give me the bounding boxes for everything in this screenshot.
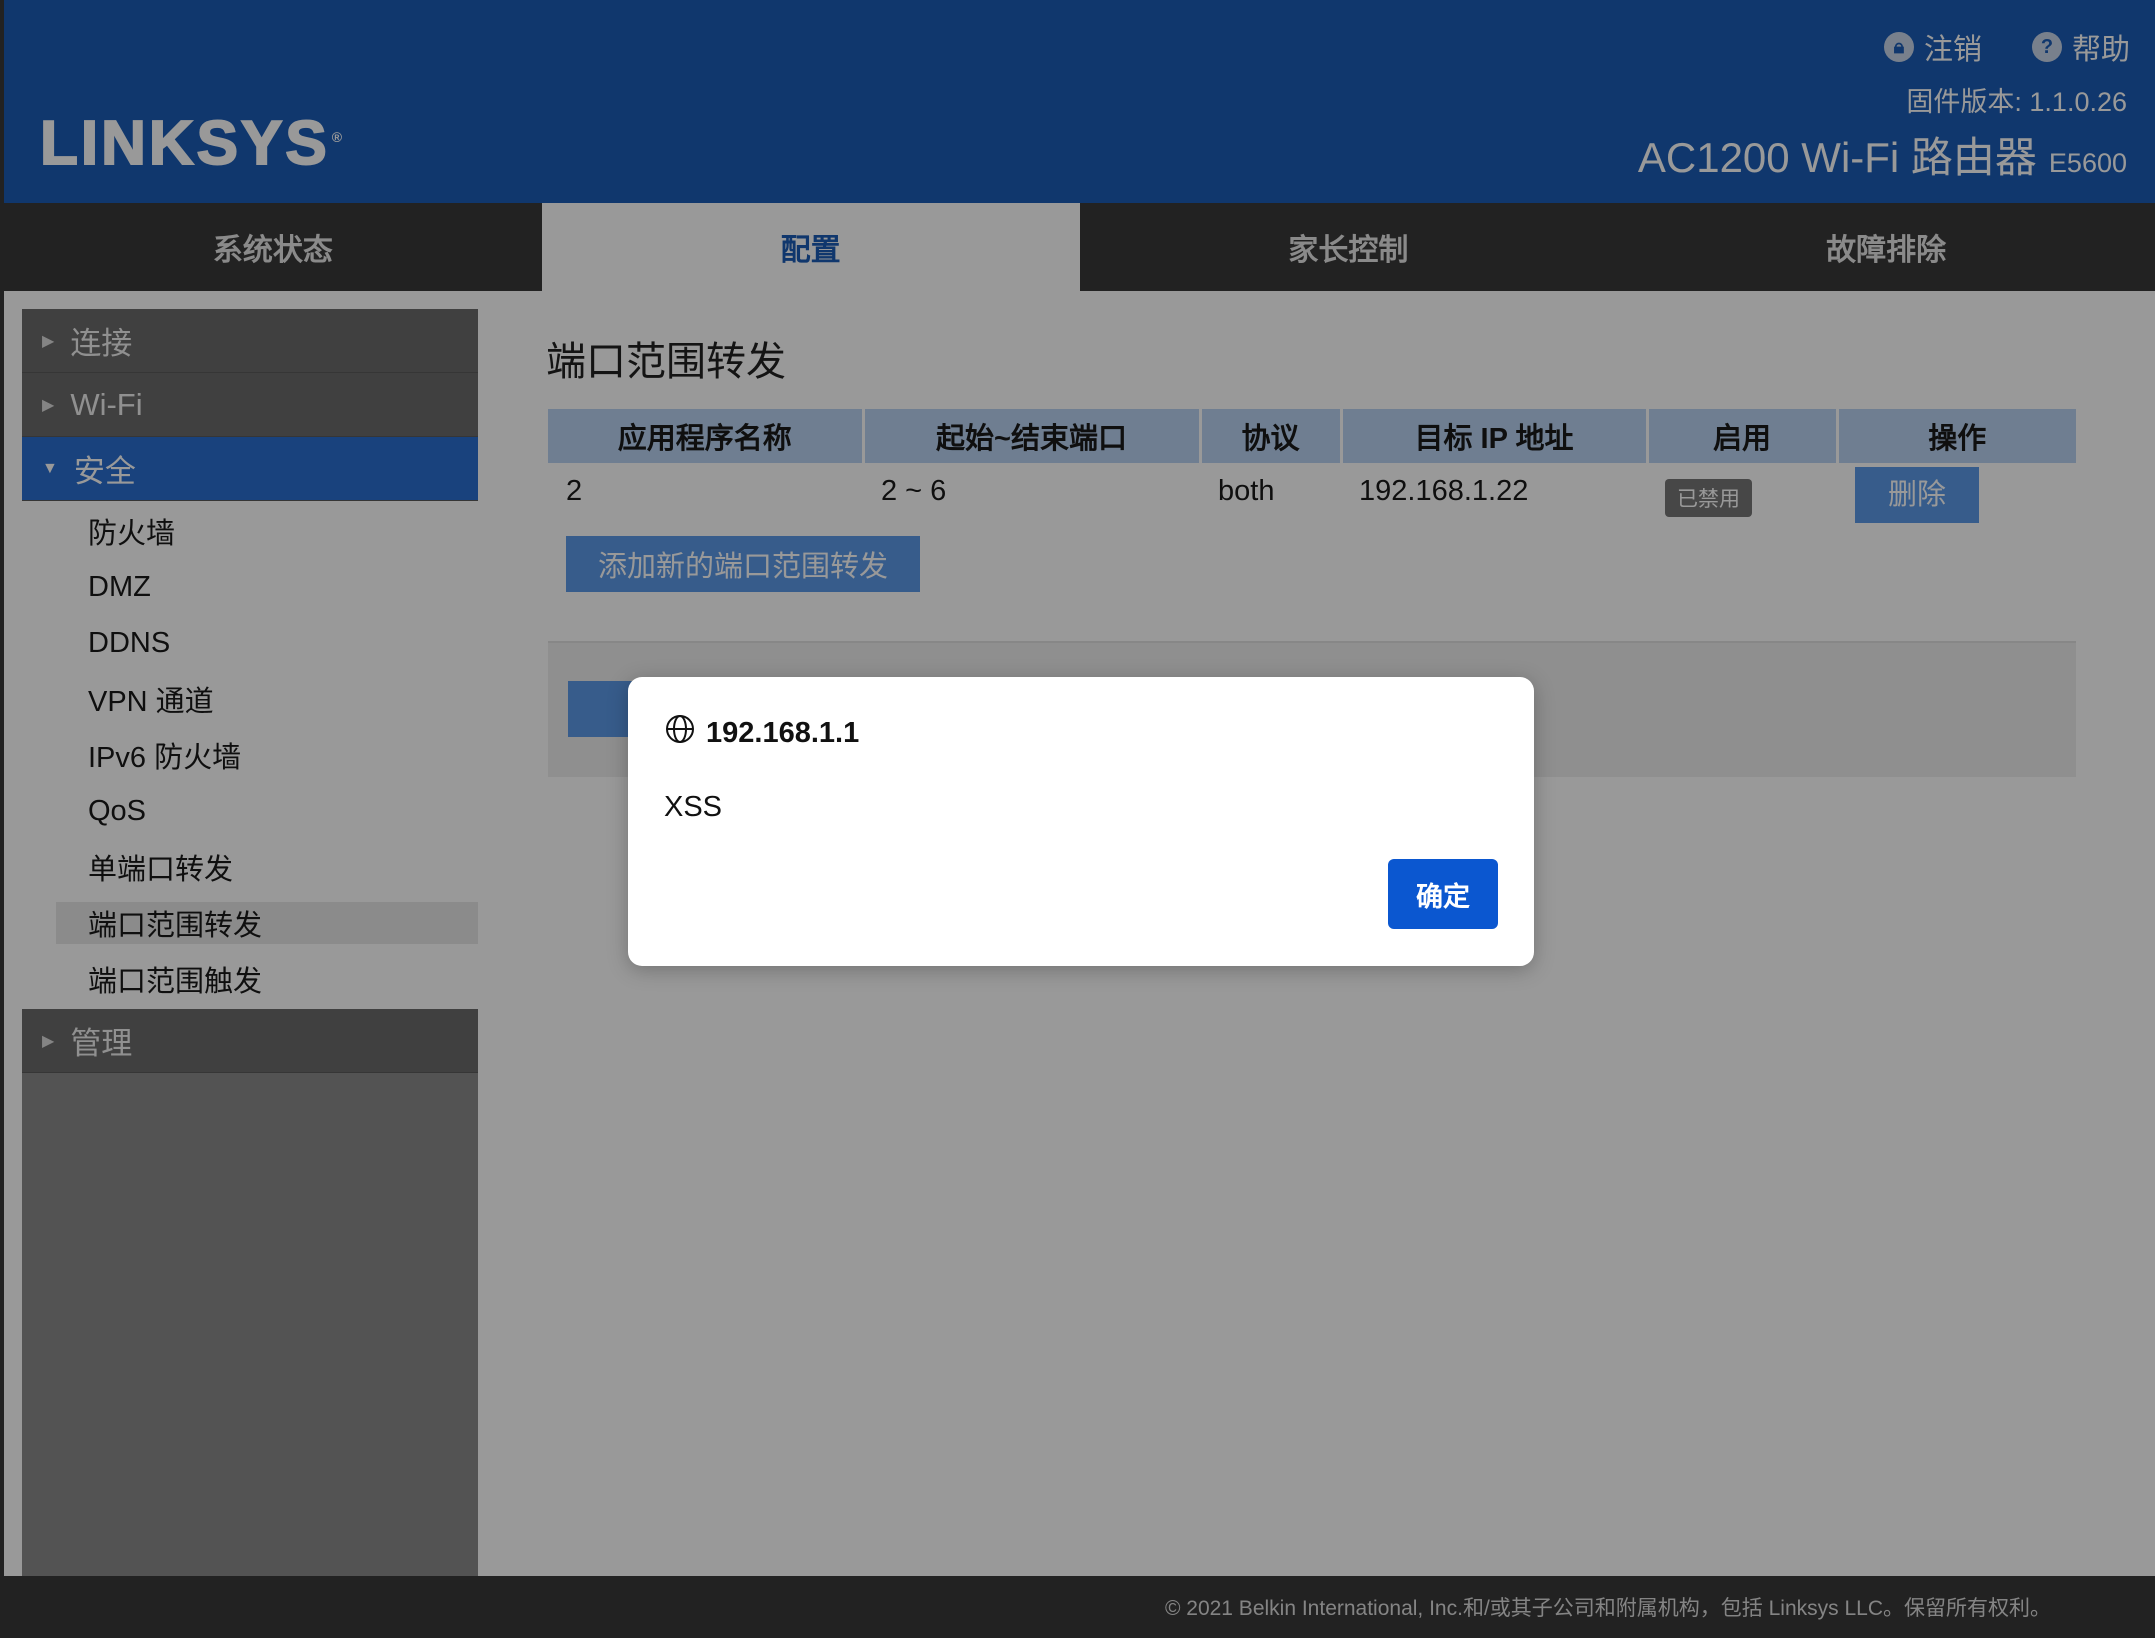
globe-icon — [664, 713, 696, 753]
dialog-origin-text: 192.168.1.1 — [706, 716, 860, 749]
dialog-origin: 192.168.1.1 — [664, 713, 859, 753]
alert-dialog: 192.168.1.1 XSS 确定 — [628, 677, 1534, 966]
dialog-message: XSS — [664, 791, 723, 823]
ok-button[interactable]: 确定 — [1388, 859, 1498, 929]
